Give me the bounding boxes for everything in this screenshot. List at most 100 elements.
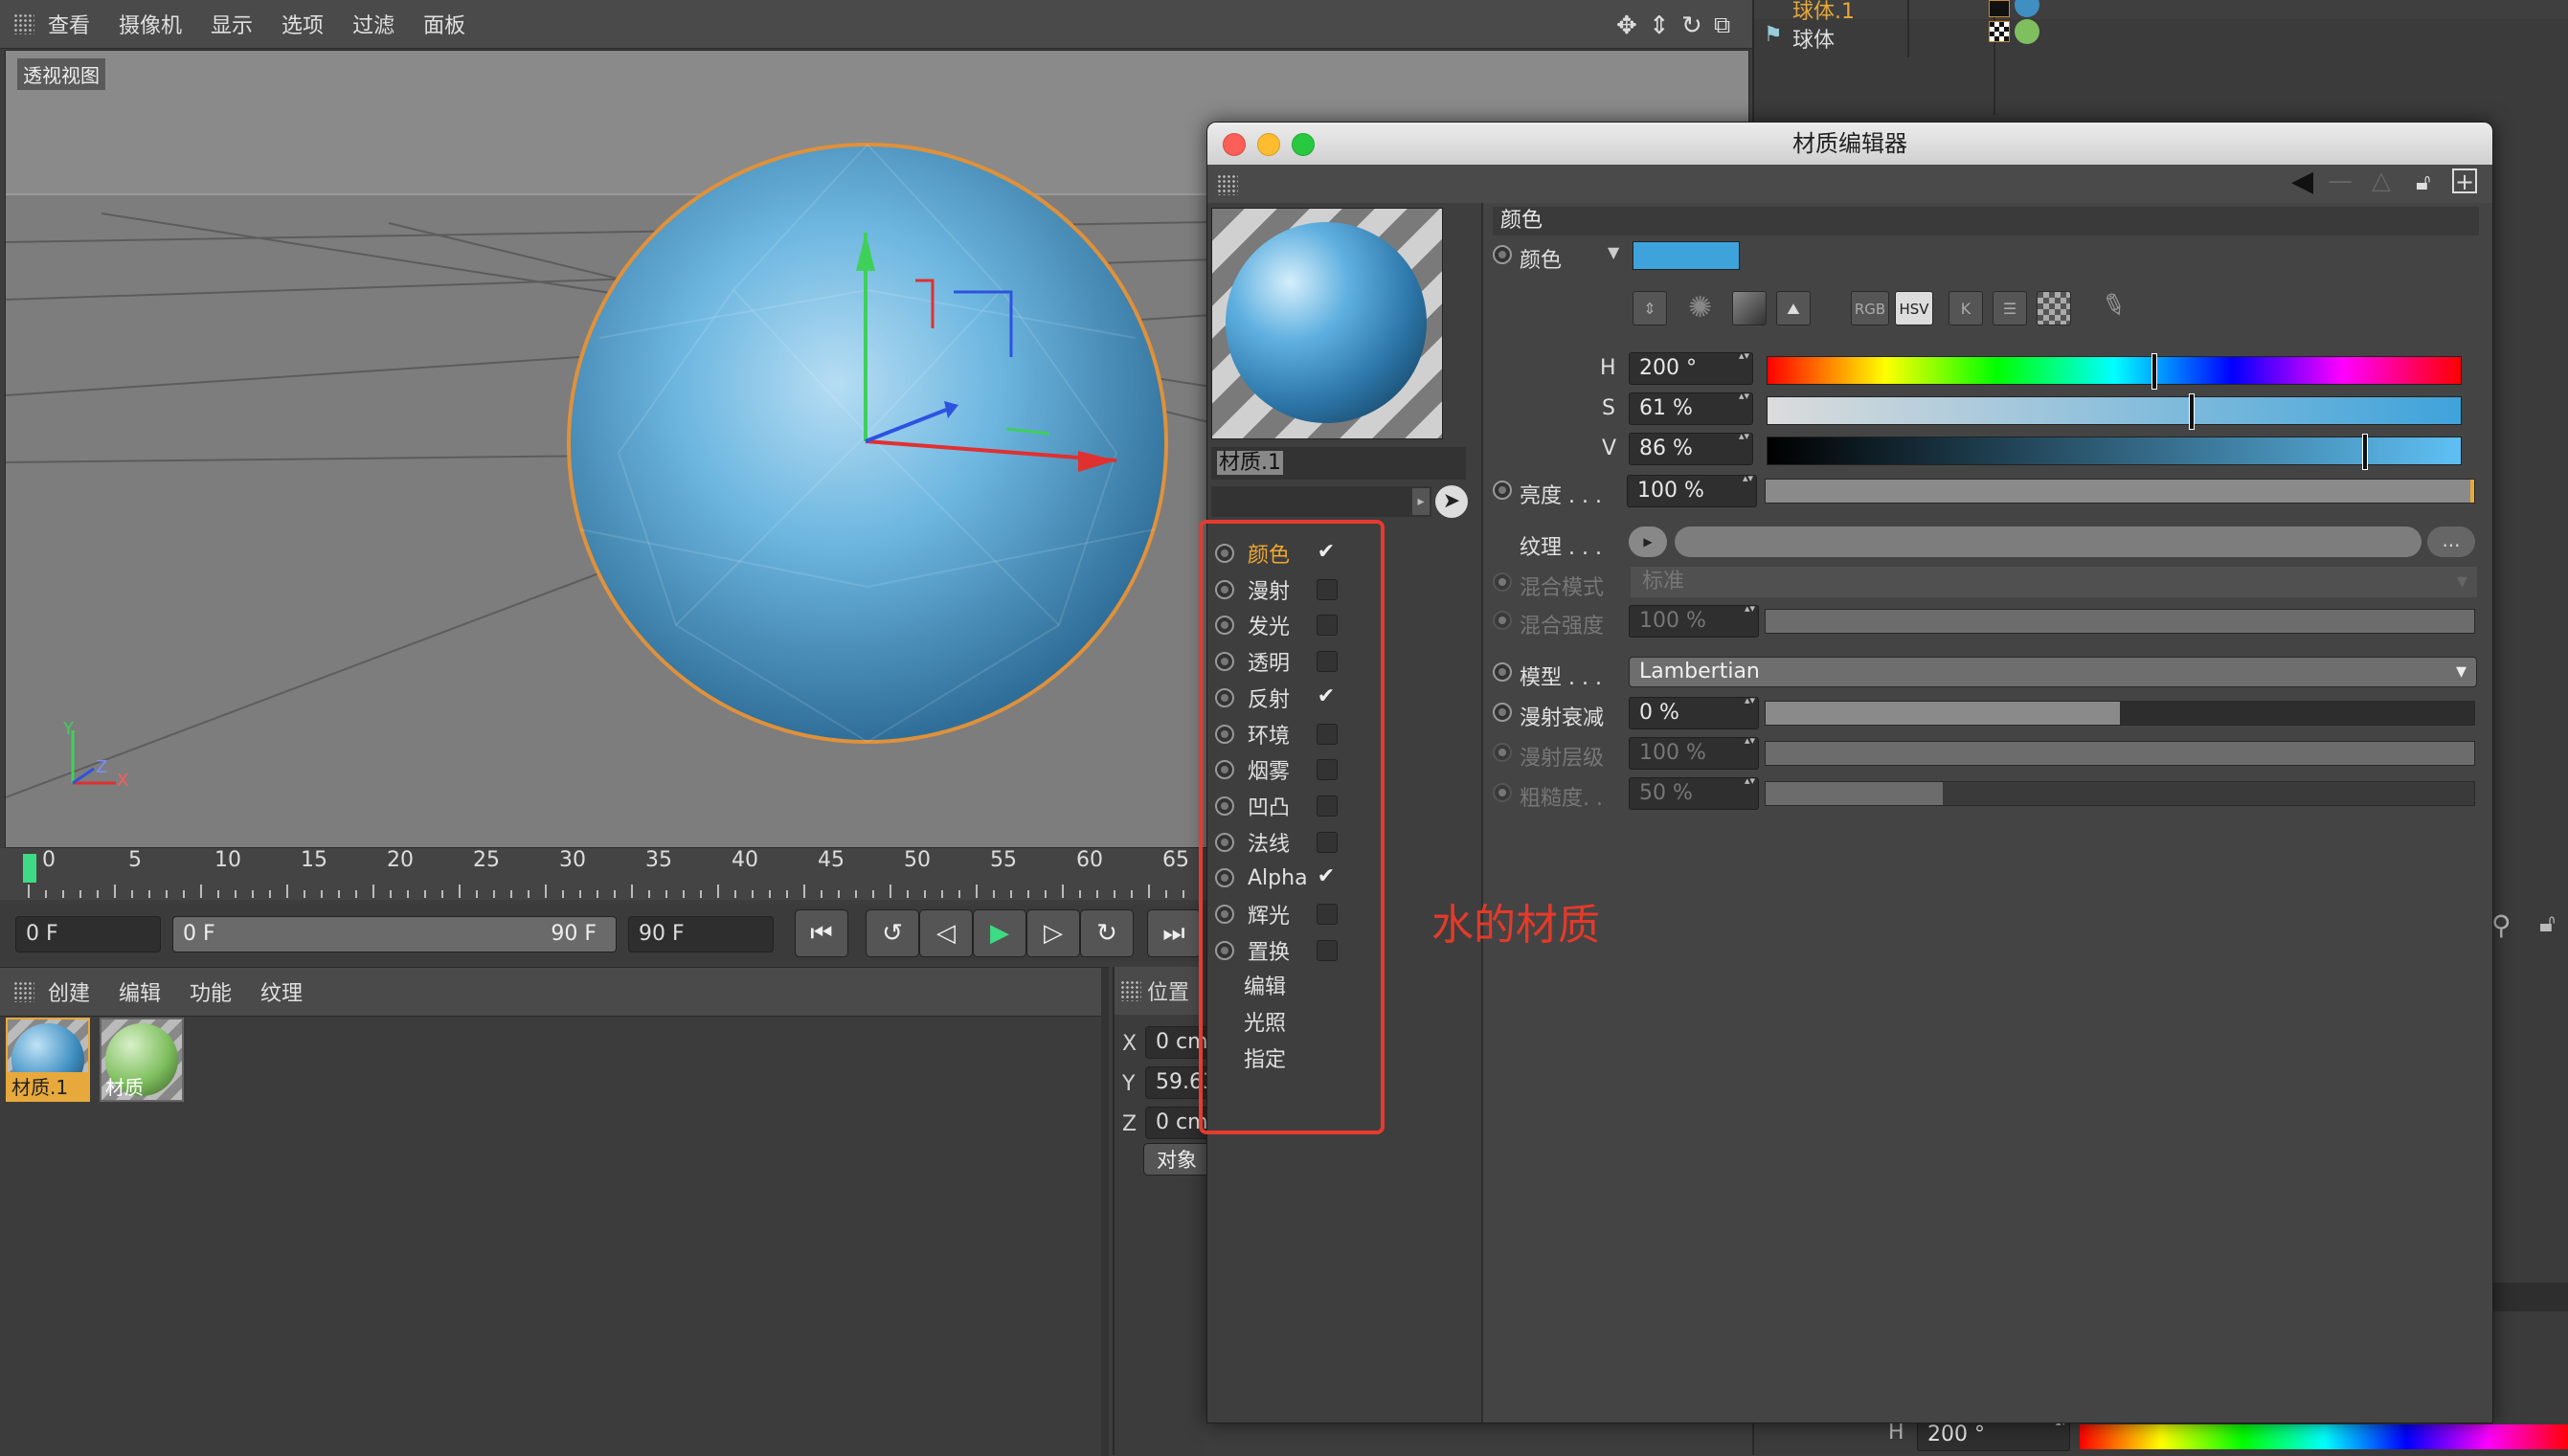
- color-swatch[interactable]: [1633, 241, 1740, 270]
- mixer-icon[interactable]: ☰: [1993, 291, 2027, 325]
- viewport-menubar: 查看 摄像机 显示 选项 过滤 面板 ✥ ⇕ ↻ ⧉: [0, 0, 1752, 49]
- hue-slider[interactable]: [1767, 353, 2462, 390]
- diffuse-falloff-field[interactable]: 0 %: [1629, 696, 1759, 729]
- end-frame-field[interactable]: 90 F: [628, 916, 774, 952]
- diffuse-falloff-slider[interactable]: [1765, 701, 2475, 726]
- menu-options[interactable]: 选项: [282, 9, 324, 39]
- lock-icon[interactable]: 🔓︎: [2539, 909, 2556, 939]
- bottom-hue-slider[interactable]: [2080, 1424, 2568, 1449]
- menu-filter[interactable]: 过滤: [352, 9, 394, 39]
- brightness-field[interactable]: 100 %: [1627, 474, 1757, 507]
- image-picker-icon[interactable]: ⛰: [1776, 291, 1811, 325]
- next-frame-button[interactable]: ▷: [1026, 909, 1080, 957]
- model-label: 模型 . . .: [1520, 666, 1602, 690]
- outliner-row-sphere1[interactable]: 球体.1: [1792, 0, 1855, 25]
- texture-expand-icon[interactable]: ▶: [1629, 526, 1667, 557]
- goto-end-button[interactable]: ⏭: [1147, 909, 1201, 957]
- material-tag-green-icon[interactable]: [2015, 19, 2039, 44]
- menu-function[interactable]: 功能: [190, 976, 232, 1007]
- s-field[interactable]: 61 %: [1629, 392, 1753, 425]
- editor-toolbar: ◀ — △ 🔓︎ +: [1207, 165, 2492, 204]
- outliner-row-sphere[interactable]: 球体: [1792, 23, 1835, 54]
- color-dropdown-icon[interactable]: ▼: [1608, 243, 1619, 261]
- material-thumb-1[interactable]: 材质.1: [6, 1018, 90, 1102]
- bottom-h-field[interactable]: 200 °: [1917, 1418, 2070, 1451]
- color-radio[interactable]: [1493, 245, 1512, 264]
- v-field[interactable]: 86 %: [1629, 432, 1753, 465]
- material-menubar: 创建 编辑 功能 纹理: [0, 968, 1109, 1017]
- next-key-button[interactable]: ↻: [1080, 909, 1134, 957]
- rotate-view-icon[interactable]: ↻: [1681, 11, 1702, 40]
- panel-grip-icon[interactable]: [13, 13, 34, 34]
- material-editor-window: 材质编辑器 ◀ — △ 🔓︎ + 材质.1 ▸ ➤ 颜色 ✔ 漫射 发光 透明 反射 ✔ 环境…: [1206, 122, 2493, 1423]
- menu-camera[interactable]: 摄像机: [119, 9, 182, 39]
- current-frame-field[interactable]: 0 F: [15, 916, 161, 952]
- menu-display[interactable]: 显示: [211, 9, 253, 39]
- prev-key-button[interactable]: ↺: [866, 909, 919, 957]
- menu-panel[interactable]: 面板: [423, 9, 465, 39]
- saturation-slider-knob[interactable]: [2188, 393, 2195, 430]
- prev-frame-button[interactable]: ◁: [919, 909, 973, 957]
- range-end-label: 90 F: [551, 922, 597, 946]
- h-label: H: [1600, 356, 1616, 380]
- search-icon[interactable]: ⚲: [2491, 909, 2512, 941]
- timeline-tick-label: 50: [904, 848, 931, 872]
- coord-x-label: X: [1122, 1032, 1138, 1056]
- material-preview[interactable]: [1211, 208, 1443, 439]
- brightness-slider[interactable]: [1765, 479, 2475, 504]
- material-name-field[interactable]: 材质.1: [1211, 447, 1466, 480]
- swatches-icon[interactable]: [2037, 291, 2071, 325]
- hsv-mode-button[interactable]: HSV: [1895, 291, 1933, 325]
- maximize-view-icon[interactable]: ⧉: [1714, 11, 1730, 38]
- hue-slider-knob[interactable]: [2151, 353, 2157, 390]
- menu-edit[interactable]: 编辑: [119, 976, 161, 1007]
- brightness-radio[interactable]: [1493, 481, 1512, 500]
- new-window-icon[interactable]: +: [2452, 168, 2477, 193]
- value-slider[interactable]: [1767, 434, 2462, 470]
- menu-view[interactable]: 查看: [48, 9, 90, 39]
- play-button[interactable]: ▶: [973, 909, 1026, 957]
- diffuse-level-slider: [1765, 741, 2475, 766]
- panel-grip-icon[interactable]: [13, 981, 34, 1002]
- dolly-view-icon[interactable]: ⇕: [1649, 11, 1670, 40]
- panel-grip-icon[interactable]: [1217, 174, 1238, 195]
- material-search-field[interactable]: [1211, 486, 1431, 517]
- playhead-marker[interactable]: [23, 854, 36, 883]
- tag-checker-icon-2[interactable]: [1989, 21, 2010, 42]
- saturation-slider[interactable]: [1767, 393, 2462, 430]
- texture-more-button[interactable]: ...: [2427, 526, 2475, 557]
- back-arrow-icon[interactable]: ◀: [2291, 165, 2313, 198]
- expand-arrow-icon[interactable]: ▸: [1412, 488, 1430, 515]
- color-spectrum-icon[interactable]: [1732, 291, 1767, 325]
- h-field[interactable]: 200 °: [1629, 351, 1753, 385]
- model-radio[interactable]: [1493, 662, 1512, 682]
- rgb-mode-button[interactable]: RGB: [1851, 291, 1889, 325]
- brightness-knob[interactable]: [2470, 480, 2474, 503]
- outliner-divider-2: [1994, 0, 1995, 115]
- up-arrow-icon[interactable]: △: [2372, 167, 2391, 195]
- eyedropper-icon[interactable]: ✎: [2097, 286, 2131, 325]
- frame-range-slider[interactable]: 0 F 90 F: [172, 916, 617, 952]
- lock-icon[interactable]: 🔓︎: [2416, 168, 2431, 195]
- move-view-icon[interactable]: ✥: [1616, 11, 1637, 40]
- forward-arrow-icon[interactable]: —: [2328, 167, 2353, 195]
- value-slider-knob[interactable]: [2361, 434, 2368, 470]
- s-label: S: [1602, 396, 1615, 420]
- editor-title: 材质编辑器: [1792, 130, 1907, 157]
- menu-texture[interactable]: 纹理: [260, 976, 303, 1007]
- object-mode-button[interactable]: 对象: [1143, 1143, 1210, 1176]
- diffuse-falloff-radio[interactable]: [1493, 703, 1512, 722]
- texture-slot[interactable]: [1675, 526, 2422, 557]
- goto-start-button[interactable]: ⏮: [795, 909, 848, 957]
- editor-titlebar[interactable]: 材质编辑器: [1207, 123, 2492, 166]
- model-select[interactable]: Lambertian ▾: [1629, 657, 2477, 687]
- tag-checker-icon[interactable]: [1989, 0, 2010, 17]
- color-wheel-icon[interactable]: ✺: [1688, 291, 1712, 325]
- pick-cursor-icon[interactable]: ➤: [1435, 485, 1468, 518]
- timeline-tick-label: 20: [387, 848, 414, 872]
- coords-header: 位置: [1115, 967, 1203, 1015]
- menu-create[interactable]: 创建: [48, 976, 90, 1007]
- kelvin-mode-button[interactable]: K: [1949, 291, 1983, 325]
- material-thumb-2[interactable]: 材质: [100, 1018, 184, 1102]
- panel-grip-icon[interactable]: [1120, 980, 1141, 1001]
